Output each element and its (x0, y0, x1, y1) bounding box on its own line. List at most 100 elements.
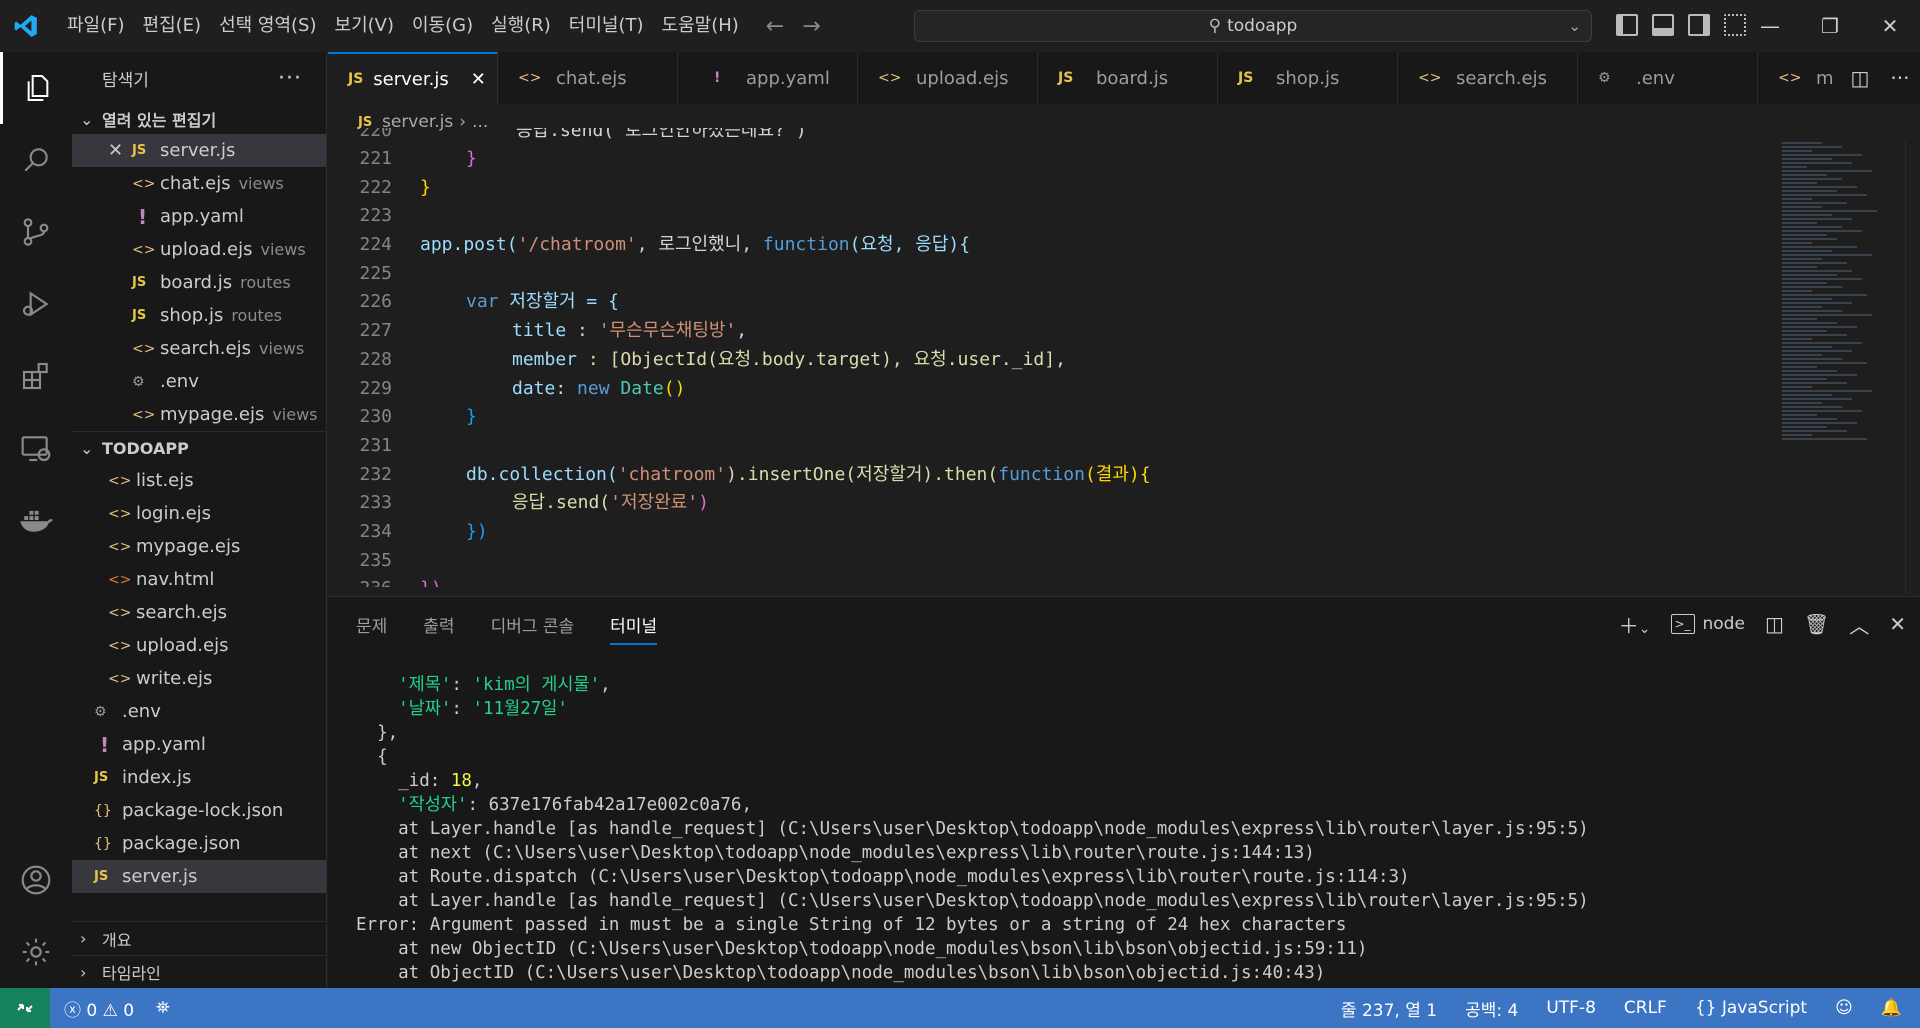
manage-gear-icon[interactable] (0, 916, 72, 988)
tab-chat-ejs[interactable]: <> chat.ejs (498, 52, 678, 104)
more-actions-icon[interactable]: ··· (278, 66, 302, 91)
source-control-icon[interactable] (0, 196, 72, 268)
chevron-down-icon[interactable]: ⌄ (1568, 17, 1581, 35)
tab-output[interactable]: 출력 (423, 612, 454, 637)
tab-terminal[interactable]: 터미널 (610, 604, 658, 645)
language-mode[interactable]: {} JavaScript (1695, 998, 1807, 1018)
tab-search-ejs[interactable]: <> search.ejs (1398, 52, 1578, 104)
outline-section-header[interactable]: › 개요 (72, 922, 327, 955)
docker-icon[interactable] (0, 484, 72, 556)
html-file-icon: <> (108, 571, 132, 588)
trash-icon[interactable]: 🗑 (1804, 612, 1829, 636)
remote-indicator-icon[interactable] (0, 988, 50, 1028)
feedback-icon[interactable]: ☺ (1835, 998, 1853, 1018)
explorer-icon[interactable] (0, 52, 72, 124)
forward-arrow-icon[interactable]: → (802, 14, 820, 39)
file-item[interactable]: ! app.yaml (72, 728, 326, 761)
open-editor-item[interactable]: <> mypage.ejs views (72, 398, 326, 431)
terminal-selector[interactable]: >_ node (1670, 614, 1745, 634)
toggle-panel-icon[interactable] (1652, 14, 1674, 36)
open-editor-item[interactable]: JS shop.js routes (72, 299, 326, 332)
split-editor-icon[interactable]: ◫ (1851, 66, 1870, 90)
ejs-file-icon: <> (1778, 70, 1802, 86)
code-line: 234 }) (359, 520, 488, 542)
menu-file[interactable]: 파일(F) (58, 0, 134, 52)
yaml-file-icon: ! (100, 732, 110, 757)
back-arrow-icon[interactable]: ← (766, 14, 784, 39)
tab-server-js[interactable]: JS server.js ✕ (328, 52, 498, 104)
menu-help[interactable]: 도움말(H) (653, 0, 748, 52)
close-window-icon[interactable]: ✕ (1860, 0, 1920, 52)
search-icon[interactable] (0, 124, 72, 196)
tab-upload-ejs[interactable]: <> upload.ejs (858, 52, 1038, 104)
cursor-position[interactable]: 줄 237, 열 1 (1341, 996, 1437, 1021)
file-item[interactable]: <> login.ejs (72, 497, 326, 530)
file-item[interactable]: {} package-lock.json (72, 794, 326, 827)
open-editor-item[interactable]: <> upload.ejs views (72, 233, 326, 266)
file-item[interactable]: ⚙ .env (72, 695, 326, 728)
ejs-file-icon: <> (132, 340, 156, 357)
file-item[interactable]: <> upload.ejs (72, 629, 326, 662)
open-editor-item[interactable]: ✕ JS server.js (72, 134, 326, 167)
file-item[interactable]: <> write.ejs (72, 662, 326, 695)
close-icon[interactable]: ✕ (471, 69, 486, 90)
notifications-bell-icon[interactable]: 🔔 (1881, 998, 1902, 1018)
code-editor[interactable]: 220 응답.send('로그인안하셨는데요?') 221 } 222 } 22… (328, 128, 1780, 594)
toggle-secondary-sidebar-icon[interactable] (1688, 14, 1710, 36)
open-editor-item[interactable]: <> chat.ejs views (72, 167, 326, 200)
open-editors-header[interactable]: ⌄ 열려 있는 편집기 (72, 104, 326, 134)
open-editor-item[interactable]: JS board.js routes (72, 266, 326, 299)
remote-explorer-icon[interactable] (0, 412, 72, 484)
close-icon[interactable]: ✕ (104, 140, 132, 161)
restore-icon[interactable]: ❐ (1800, 0, 1860, 52)
close-panel-icon[interactable]: ✕ (1889, 612, 1906, 636)
tab-shop-js[interactable]: JS shop.js (1218, 52, 1398, 104)
file-item[interactable]: {} package.json (72, 827, 326, 860)
timeline-section-header[interactable]: › 타임라인 (72, 955, 327, 988)
project-folder-header[interactable]: ⌄ TODOAPP (72, 431, 326, 464)
js-file-icon: JS (1238, 70, 1254, 86)
command-center-search[interactable]: ⚲ todoapp ⌄ (914, 10, 1592, 42)
file-item[interactable]: JS server.js (72, 860, 326, 893)
terminal-output[interactable]: '제목': 'kim의 게시물', '날짜': '11월27일' }, { _i… (356, 673, 1589, 985)
tab-debug-console[interactable]: 디버그 콘솔 (491, 612, 575, 637)
warning-icon: ⚠ (102, 1000, 118, 1021)
encoding[interactable]: UTF-8 (1546, 998, 1596, 1018)
indentation[interactable]: 공백: 4 (1465, 996, 1518, 1021)
extensions-icon[interactable] (0, 340, 72, 412)
split-terminal-icon[interactable]: ◫ (1765, 612, 1784, 636)
menu-go[interactable]: 이동(G) (403, 0, 482, 52)
file-item[interactable]: <> list.ejs (72, 464, 326, 497)
menu-selection[interactable]: 선택 영역(S) (210, 0, 325, 52)
menu-terminal[interactable]: 터미널(T) (560, 0, 653, 52)
toggle-primary-sidebar-icon[interactable] (1616, 14, 1638, 36)
chevron-right-icon: › (80, 929, 87, 948)
broadcast-icon[interactable]: ⛯ (156, 998, 170, 1018)
run-debug-icon[interactable] (0, 268, 72, 340)
problems-status[interactable]: ⓧ 0 ⚠ 0 (64, 996, 134, 1021)
minimap[interactable] (1782, 140, 1902, 594)
menu-view[interactable]: 보기(V) (326, 0, 403, 52)
open-editor-item[interactable]: ⚙ .env (72, 365, 326, 398)
code-line: 227 title : '무슨무슨채팅방', (359, 320, 748, 342)
file-item[interactable]: <> mypage.ejs (72, 530, 326, 563)
tab-problems[interactable]: 문제 (356, 612, 387, 637)
tab-board-js[interactable]: JS board.js (1038, 52, 1218, 104)
file-item[interactable]: JS index.js (72, 761, 326, 794)
maximize-panel-icon[interactable]: ︿ (1849, 610, 1869, 639)
file-item[interactable]: <> search.ejs (72, 596, 326, 629)
new-terminal-plus-icon[interactable]: ＋⌄ (1619, 610, 1651, 639)
more-actions-icon[interactable]: ··· (1890, 66, 1909, 90)
tab-app-yaml[interactable]: ! app.yaml (678, 52, 858, 104)
accounts-icon[interactable] (0, 844, 72, 916)
open-editor-item[interactable]: <> search.ejs views (72, 332, 326, 365)
open-editor-item[interactable]: ! app.yaml (72, 200, 326, 233)
menu-edit[interactable]: 편집(E) (134, 0, 211, 52)
minimize-icon[interactable]: — (1740, 0, 1800, 52)
line-ending[interactable]: CRLF (1624, 998, 1667, 1018)
file-item[interactable]: <> nav.html (72, 563, 326, 596)
gear-file-icon: ⚙ (94, 703, 107, 720)
menu-run[interactable]: 실행(R) (482, 0, 560, 52)
editor-scrollbar[interactable] (1905, 140, 1920, 594)
tab-env[interactable]: ⚙ .env (1578, 52, 1758, 104)
